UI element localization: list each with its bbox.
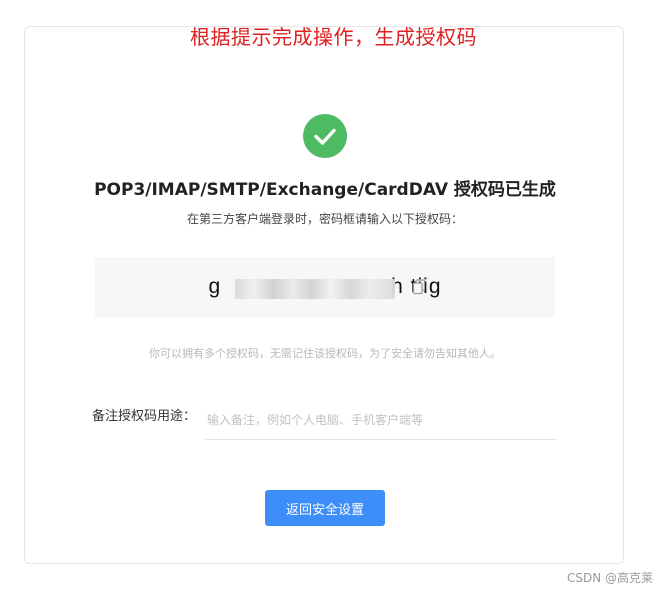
auth-code-mask xyxy=(235,279,395,299)
checkmark-icon xyxy=(303,114,347,158)
copy-icon[interactable] xyxy=(412,279,426,295)
instruction-text: 在第三方客户端登录时，密码框请输入以下授权码： xyxy=(186,212,463,226)
red-instruction-annotation: 根据提示完成操作，生成授权码 xyxy=(190,25,477,49)
auth-code-box: gh tiig xyxy=(95,257,555,317)
security-hint: 你可以拥有多个授权码，无需记住该授权码，为了安全请勿告知其他人。 xyxy=(149,347,501,360)
remark-input[interactable] xyxy=(205,400,557,440)
remark-label: 备注授权码用途： xyxy=(92,409,197,424)
watermark: CSDN @高克莱 xyxy=(566,571,653,585)
auth-code-visible-start: g xyxy=(208,275,222,298)
page-title: POP3/IMAP/SMTP/Exchange/CardDAV 授权码已生成 xyxy=(94,180,556,200)
back-to-security-settings-button[interactable]: 返回安全设置 xyxy=(265,490,385,526)
